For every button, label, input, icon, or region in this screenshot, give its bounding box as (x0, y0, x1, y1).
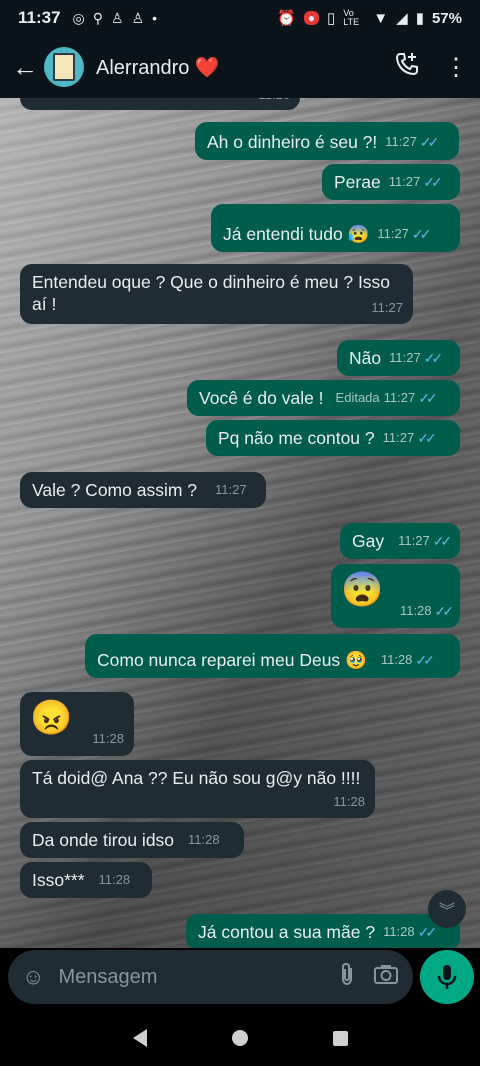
clock: 11:37 (18, 8, 61, 27)
message-time: 11:27 (383, 390, 416, 405)
message-time: 11:28 (333, 794, 365, 809)
message-out[interactable]: Você é do vale ! Editada 11:27 ✓✓ (187, 380, 460, 416)
more-options-icon[interactable]: ⋮ (444, 53, 468, 82)
read-ticks-icon: ✓✓ (432, 533, 453, 549)
notification-icons: ◎ ⚲ ♙ ♙ • (73, 10, 158, 27)
attach-icon[interactable] (339, 962, 355, 992)
message-out[interactable]: Já entendi tudo 😰 11:27 ✓✓ (211, 204, 460, 252)
message-time: 11:27 (215, 482, 247, 497)
message-text: Vale ? Como assim ? (32, 480, 198, 500)
scroll-down-button[interactable]: ︾ (428, 890, 466, 928)
message-text: Ah o dinheiro é seu ?! (207, 132, 378, 152)
message-in[interactable]: Vale ? Como assim ? 11:27 (20, 472, 266, 508)
message-text: Pq não me contou ? (218, 428, 375, 448)
message-in[interactable]: Da onde tirou idso 11:28 (20, 822, 244, 858)
message-time: 11:28 (380, 652, 413, 667)
nav-recents-icon[interactable] (332, 1030, 348, 1046)
snapchat-icon-2: ♙ (131, 9, 145, 26)
read-ticks-icon: ✓✓ (419, 134, 440, 150)
message-text: 😠 (30, 699, 73, 737)
message-time: 11:28 (92, 731, 124, 746)
message-text: Entendeu oque ? Que o dinheiro é meu ? I… (32, 272, 391, 314)
dot-icon: • (152, 9, 158, 26)
message-text: Não (349, 348, 382, 368)
record-icon: ● (303, 11, 320, 25)
back-arrow-icon[interactable]: ← (12, 52, 38, 83)
message-time: 11:28 (399, 603, 432, 618)
message-time: 11:27 (398, 533, 430, 548)
message-time: 11:27 (371, 300, 403, 315)
signal-icon: ◢ (396, 10, 408, 27)
read-ticks-icon: ✓✓ (415, 652, 435, 668)
target-icon: ◎ (72, 9, 85, 26)
read-ticks-icon: ✓✓ (417, 430, 437, 446)
read-ticks-icon: ✓✓ (417, 924, 438, 940)
message-partial[interactable]: 11:26 (20, 98, 300, 110)
message-time: 11:28 (383, 924, 415, 939)
system-nav-bar (0, 1010, 480, 1066)
message-time: 11:26 (258, 98, 290, 106)
volte-label: Vo LTE (343, 8, 360, 27)
link-icon: ⚲ (92, 9, 104, 26)
message-time: 11:27 (377, 226, 409, 241)
message-text: Gay (352, 531, 385, 551)
message-text: Você é do vale ! (199, 388, 324, 408)
contact-name[interactable]: Alerrandro ❤️ (96, 55, 220, 80)
read-ticks-icon: ✓✓ (418, 390, 438, 406)
message-out[interactable]: Ah o dinheiro é seu ?! 11:27 ✓✓ (195, 122, 459, 160)
read-ticks-icon: ✓✓ (411, 226, 432, 242)
chat-header: ← Alerrandro ❤️ ⋮ (0, 36, 480, 98)
message-input[interactable]: Mensagem (58, 966, 321, 989)
add-call-icon[interactable] (394, 51, 420, 83)
message-time: 11:27 (388, 174, 421, 189)
alarm-icon: ⏰ (277, 10, 296, 27)
message-out[interactable]: Já contou a sua mãe ? 11:28 ✓✓ (186, 914, 460, 948)
message-in[interactable]: Tá doid@ Ana ?? Eu não sou g@y não !!!! … (20, 760, 375, 818)
message-text: Já contou a sua mãe ? (198, 922, 376, 942)
battery-icon: ▮ (415, 10, 424, 27)
message-in-emoji[interactable]: 😠 11:28 (20, 692, 134, 756)
message-time: 11:27 (385, 134, 417, 149)
double-chevron-down-icon: ︾ (438, 903, 455, 920)
chat-area[interactable]: 11:26 Ah o dinheiro é seu ?! 11:27✓✓ Per… (0, 98, 480, 948)
message-text: Tá doid@ Ana ?? Eu não sou g@y não !!!! (32, 768, 361, 788)
message-composer[interactable]: ☺ Mensagem (8, 950, 413, 1004)
message-text: Isso*** (32, 870, 85, 890)
avatar[interactable] (44, 47, 84, 87)
mic-button[interactable] (420, 950, 474, 1004)
message-text: Como nunca reparei meu Deus 🥹 (97, 650, 367, 670)
message-out[interactable]: Como nunca reparei meu Deus 🥹 11:28 ✓✓ (85, 634, 460, 678)
message-out[interactable]: Não 11:27 ✓✓ (337, 340, 460, 376)
message-out[interactable]: Pq não me contou ? 11:27 ✓✓ (206, 420, 460, 456)
nav-home-icon[interactable] (231, 1030, 248, 1046)
edited-label: Editada (335, 390, 380, 405)
nav-back-icon[interactable] (132, 1029, 147, 1047)
message-text: Já entendi tudo 😰 (223, 224, 370, 244)
message-time: 11:27 (389, 350, 421, 365)
wifi-icon: ▼ (373, 9, 389, 27)
message-out-emoji[interactable]: 😨 11:28 ✓✓ (331, 564, 460, 628)
message-time: 11:28 (188, 832, 220, 847)
message-text: 😨 (341, 571, 384, 609)
read-ticks-icon: ✓✓ (423, 350, 444, 366)
read-ticks-icon: ✓✓ (434, 603, 455, 619)
message-text: Da onde tirou idso (32, 830, 175, 850)
message-text: Perae (334, 172, 381, 192)
mic-icon (437, 965, 457, 989)
battery-percent: 57% (431, 9, 462, 27)
status-bar: 11:37 ◎ ⚲ ♙ ♙ • ⏰ ● ▯ Vo LTE ▼ ◢ ▮ 57% (0, 0, 480, 36)
snapchat-icon: ♙ (111, 9, 124, 26)
message-out[interactable]: Gay 11:27 ✓✓ (340, 523, 460, 559)
message-time: 11:28 (98, 872, 131, 887)
message-out[interactable]: Perae 11:27 ✓✓ (322, 164, 460, 200)
message-time: 11:27 (382, 430, 415, 445)
sticker-icon[interactable]: ☺ (22, 964, 44, 990)
camera-icon[interactable] (373, 963, 399, 991)
message-in[interactable]: Isso*** 11:28 (20, 862, 152, 898)
document-icon (53, 53, 75, 81)
vibrate-icon: ▯ (327, 10, 336, 27)
message-in[interactable]: Entendeu oque ? Que o dinheiro é meu ? I… (20, 264, 413, 324)
read-ticks-icon: ✓✓ (423, 174, 443, 190)
system-icons: ⏰ ● ▯ Vo LTE ▼ ◢ ▮ 57% (277, 8, 462, 28)
